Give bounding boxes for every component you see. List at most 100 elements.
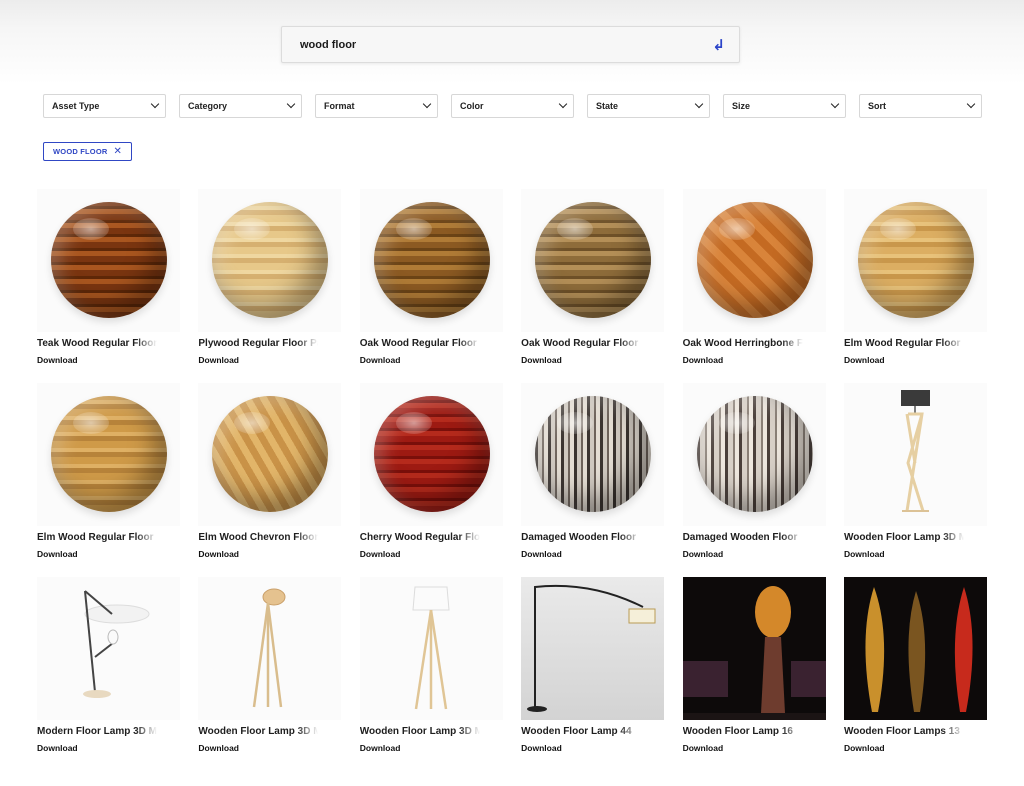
download-link[interactable]: Download [844, 743, 885, 753]
download-link[interactable]: Download [844, 549, 885, 559]
asset-card[interactable]: Cherry Wood Regular Floor Pattern Downlo… [359, 383, 503, 559]
chevron-down-icon [694, 99, 704, 109]
material-sphere [373, 396, 490, 512]
material-sphere [535, 202, 652, 318]
asset-card[interactable]: Teak Wood Regular Floor Pattern Download [37, 189, 180, 365]
active-filter-tag: WOOD FLOOR ✕ [43, 142, 133, 161]
chevron-down-icon [422, 99, 432, 109]
material-sphere [373, 202, 490, 318]
asset-thumbnail [359, 383, 503, 526]
asset-title[interactable]: Wooden Floor Lamps 13 [844, 726, 964, 737]
asset-title[interactable]: Modern Floor Lamp 3D Model [37, 726, 157, 737]
filter-color[interactable]: Color [451, 94, 574, 118]
asset-thumbnail [682, 577, 826, 720]
asset-title[interactable]: Plywood Regular Floor Pattern [198, 338, 318, 349]
asset-thumbnail [198, 189, 342, 332]
chevron-down-icon [150, 99, 160, 109]
asset-title[interactable]: Wooden Floor Lamp 3D Model [844, 532, 964, 543]
chevron-down-icon [830, 99, 840, 109]
asset-thumbnail [37, 383, 180, 526]
asset-title[interactable]: Elm Wood Regular Floor Pattern [844, 338, 964, 349]
download-link[interactable]: Download [360, 743, 401, 753]
filter-sort[interactable]: Sort [859, 94, 982, 118]
download-link[interactable]: Download [37, 743, 78, 753]
search-bar[interactable]: ↲ [281, 26, 740, 63]
asset-title[interactable]: Damaged Wooden Floor [521, 532, 641, 543]
download-link[interactable]: Download [844, 355, 885, 365]
asset-card[interactable]: Oak Wood Regular Floor Pattern Download [521, 189, 665, 365]
filter-label: Category [188, 101, 228, 111]
material-sphere [212, 202, 329, 318]
asset-grid: Teak Wood Regular Floor Pattern Download… [37, 189, 987, 753]
asset-card[interactable]: Elm Wood Regular Floor Pattern Download [843, 189, 987, 365]
asset-card[interactable]: Wooden Floor Lamp 16 Download [682, 577, 826, 753]
asset-card[interactable]: Wooden Floor Lamp 44 Download [521, 577, 665, 753]
filter-label: Color [460, 101, 484, 111]
download-link[interactable]: Download [198, 549, 239, 559]
asset-thumbnail [359, 577, 503, 720]
filter-asset-type[interactable]: Asset Type [43, 94, 166, 118]
asset-title[interactable]: Teak Wood Regular Floor Pattern [37, 338, 157, 349]
asset-thumbnail [521, 383, 665, 526]
download-link[interactable]: Download [360, 549, 401, 559]
asset-card[interactable]: Modern Floor Lamp 3D Model Download [37, 577, 180, 753]
download-link[interactable]: Download [360, 355, 401, 365]
download-link[interactable]: Download [198, 743, 239, 753]
filter-size[interactable]: Size [723, 94, 846, 118]
download-link[interactable]: Download [521, 743, 562, 753]
download-link[interactable]: Download [521, 355, 562, 365]
asset-title[interactable]: Elm Wood Regular Floor Pattern [37, 532, 157, 543]
asset-title[interactable]: Wooden Floor Lamp 3D Model [198, 726, 318, 737]
asset-card[interactable]: Plywood Regular Floor Pattern Download [198, 189, 342, 365]
download-link[interactable]: Download [683, 355, 724, 365]
download-link[interactable]: Download [37, 355, 78, 365]
asset-title[interactable]: Oak Wood Regular Floor Pattern [521, 338, 641, 349]
download-link[interactable]: Download [683, 549, 724, 559]
material-sphere [696, 202, 813, 318]
filter-label: Format [324, 101, 355, 111]
asset-title[interactable]: Cherry Wood Regular Floor Pattern [360, 532, 480, 543]
filter-format[interactable]: Format [315, 94, 438, 118]
material-sphere [51, 202, 167, 318]
asset-card[interactable]: Wooden Floor Lamps 13 Download [843, 577, 987, 753]
asset-card[interactable]: Wooden Floor Lamp 3D Model Download [843, 383, 987, 559]
asset-thumbnail [682, 383, 826, 526]
close-icon[interactable]: ✕ [114, 146, 123, 157]
asset-thumbnail [843, 189, 987, 332]
chevron-down-icon [558, 99, 568, 109]
asset-title[interactable]: Wooden Floor Lamp 16 [683, 726, 803, 737]
asset-thumbnail [37, 189, 180, 332]
asset-thumbnail [198, 383, 342, 526]
asset-card[interactable]: Damaged Wooden Floor Download [521, 383, 665, 559]
floor-lamp-image [900, 390, 930, 512]
floor-lamp-image [412, 586, 450, 710]
asset-card[interactable]: Wooden Floor Lamp 3D Model Download [198, 577, 342, 753]
asset-card[interactable]: Damaged Wooden Floor Download [682, 383, 826, 559]
asset-title[interactable]: Oak Wood Regular Floor Pattern [360, 338, 480, 349]
asset-title[interactable]: Wooden Floor Lamp 3D Model [360, 726, 480, 737]
floor-lamp-image [253, 588, 286, 708]
filter-label: Size [732, 101, 751, 111]
asset-title[interactable]: Wooden Floor Lamp 44 [521, 726, 641, 737]
search-input[interactable] [300, 38, 713, 51]
asset-card[interactable]: Oak Wood Regular Floor Pattern Download [359, 189, 503, 365]
asset-card[interactable]: Elm Wood Regular Floor Pattern Download [37, 383, 180, 559]
download-link[interactable]: Download [683, 743, 724, 753]
asset-title[interactable]: Oak Wood Herringbone Floor [683, 338, 803, 349]
asset-card[interactable]: Oak Wood Herringbone Floor Download [682, 189, 826, 365]
chevron-down-icon [286, 99, 296, 109]
download-link[interactable]: Download [198, 355, 239, 365]
floor-lamp-image [83, 590, 150, 698]
filter-category[interactable]: Category [179, 94, 302, 118]
filter-state[interactable]: State [587, 94, 710, 118]
floor-lamp-image [865, 587, 973, 712]
download-link[interactable]: Download [37, 549, 78, 559]
enter-return-icon[interactable]: ↲ [712, 36, 725, 54]
material-sphere [857, 202, 974, 318]
asset-title[interactable]: Elm Wood Chevron Floor Pattern [198, 532, 318, 543]
asset-title[interactable]: Damaged Wooden Floor [683, 532, 803, 543]
download-link[interactable]: Download [521, 549, 562, 559]
asset-card[interactable]: Wooden Floor Lamp 3D Model Download [359, 577, 503, 753]
asset-card[interactable]: Elm Wood Chevron Floor Pattern Download [198, 383, 342, 559]
filter-bar: Asset Type Category Format Color State S… [43, 94, 982, 118]
